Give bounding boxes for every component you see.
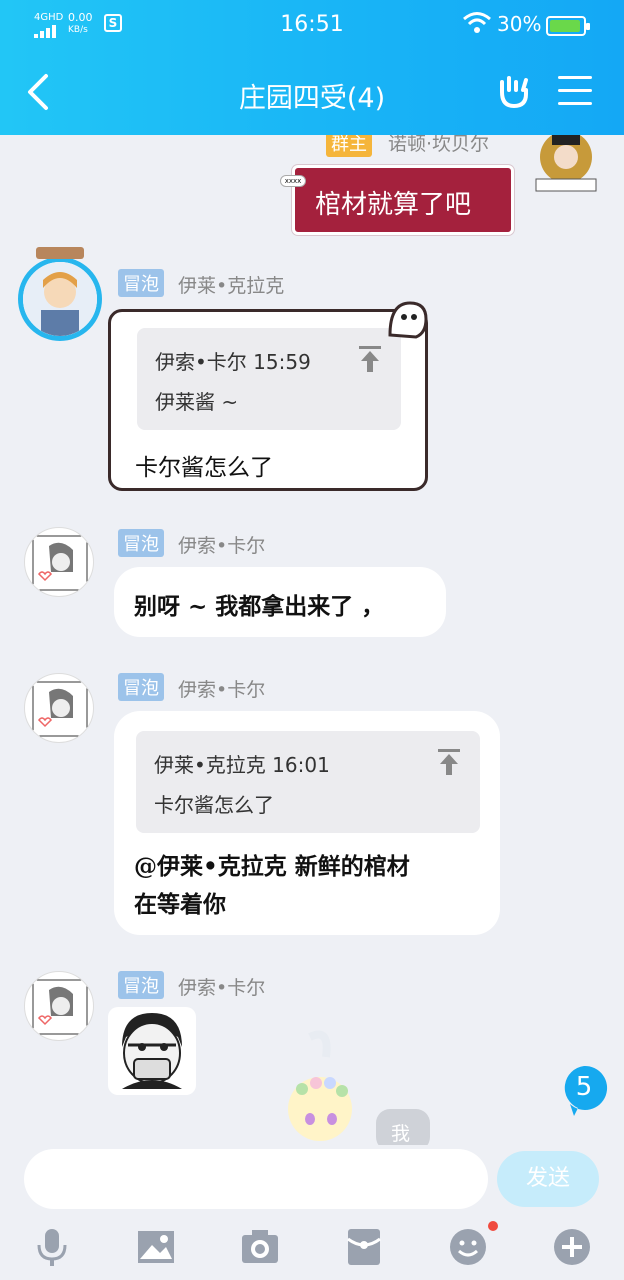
quote-text: 伊莱酱 ~ [155, 390, 239, 414]
message-text: 别呀 ~ 我都拿出来了 ， [134, 593, 385, 620]
message-input[interactable] [24, 1149, 488, 1209]
avatar[interactable] [18, 257, 102, 341]
sender-name: 伊莱•克拉克 [178, 275, 285, 297]
microphone-icon[interactable] [32, 1227, 72, 1267]
masked-face-sticker[interactable] [108, 1007, 196, 1095]
status-bar: 4GHD 0.00 KB/s S 16:51 30% [0, 8, 624, 44]
unread-count: 5 [575, 1072, 593, 1102]
avatar-image [32, 979, 88, 1035]
quote-header: 伊莱•克拉克 16:01 [154, 749, 330, 778]
avatar[interactable] [24, 673, 94, 743]
jump-to-message-icon[interactable] [438, 749, 460, 775]
emoji-icon[interactable] [448, 1227, 488, 1267]
unread-count-badge[interactable]: 5 [560, 1064, 608, 1116]
tag-badge: 冒泡 [118, 269, 164, 297]
battery-percent: 30% [497, 12, 542, 36]
quote-text: 卡尔酱怎么了 [154, 793, 274, 817]
owner-badge: 群主 [326, 135, 372, 157]
ghost-ornament-icon [388, 301, 428, 339]
jump-to-message-icon[interactable] [359, 346, 381, 372]
message-text-line-2: 在等着你 [134, 891, 226, 918]
tag-badge: 冒泡 [118, 673, 164, 701]
avatar-image [535, 135, 597, 192]
avatar-image [32, 681, 88, 737]
jar-lid-icon [36, 247, 84, 259]
quote-author: 伊索•卡尔 [155, 350, 247, 374]
menu-icon[interactable] [558, 76, 592, 106]
message-text: 我 [391, 1123, 411, 1145]
send-button[interactable]: 发送 [497, 1151, 599, 1207]
sender-name: 伊索•卡尔 [178, 535, 266, 557]
tag-badge: 冒泡 [118, 971, 164, 999]
plus-icon[interactable] [552, 1227, 592, 1267]
wifi-icon [463, 12, 491, 33]
new-badge-dot [488, 1221, 498, 1231]
avatar[interactable] [528, 135, 604, 195]
message-text-line-1: @伊莱•克拉克 新鲜的棺材 [134, 853, 410, 880]
quoted-message[interactable]: 伊莱•克拉克 16:01 卡尔酱怎么了 [136, 731, 480, 833]
message-bubble[interactable]: 伊索•卡尔 15:59 伊莱酱 ~ 卡尔酱怎么了 [108, 309, 428, 491]
avatar-image [23, 262, 97, 336]
sender-name: 伊索•卡尔 [178, 977, 266, 999]
hand-gesture-icon[interactable] [496, 72, 534, 110]
red-message-bubble[interactable]: 棺材就算了吧 [292, 165, 514, 235]
avatar[interactable] [24, 971, 94, 1041]
message-text: 棺材就算了吧 [315, 190, 472, 220]
message-text: 卡尔酱怎么了 [135, 455, 273, 481]
sender-name: 伊索•卡尔 [178, 679, 266, 701]
red-packet-icon[interactable] [344, 1227, 384, 1267]
message-bubble[interactable]: 别呀 ~ 我都拿出来了 ， [114, 567, 446, 637]
quoted-message[interactable]: 伊索•卡尔 15:59 伊莱酱 ~ [137, 328, 401, 430]
bubble-ornament-icon: xxxx [280, 175, 306, 187]
camera-icon[interactable] [240, 1227, 280, 1267]
tag-badge: 冒泡 [118, 529, 164, 557]
message-bubble[interactable]: 我 [376, 1109, 430, 1145]
flower-girl-avatar [288, 1030, 352, 1141]
quote-header: 伊索•卡尔 15:59 [155, 346, 311, 375]
sender-name: 诺顿·坎贝尔 [388, 135, 490, 155]
battery-icon [546, 16, 590, 36]
chat-header: 4GHD 0.00 KB/s S 16:51 30% 庄园四受(4) [0, 0, 624, 135]
message-bubble[interactable]: 伊莱•克拉克 16:01 卡尔酱怎么了 @伊莱•克拉克 新鲜的棺材 在等着你 [114, 711, 500, 935]
quote-author: 伊莱•克拉克 [154, 753, 266, 777]
quote-time: 16:01 [272, 753, 330, 777]
image-icon[interactable] [136, 1227, 176, 1267]
avatar[interactable] [24, 527, 94, 597]
message-list[interactable]: 群主 诺顿·坎贝尔 棺材就算了吧 xxxx 冒泡 伊莱•克拉克 伊索•卡尔 15… [0, 135, 624, 1145]
avatar-image [32, 535, 88, 591]
input-area: 发送 [0, 1145, 624, 1280]
quote-time: 15:59 [253, 350, 311, 374]
